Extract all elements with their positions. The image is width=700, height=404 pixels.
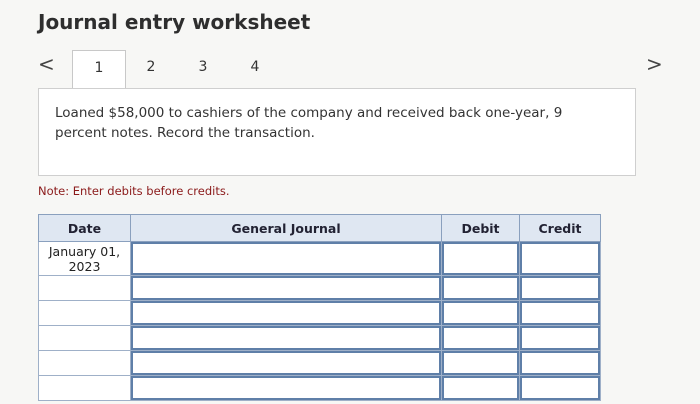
credit-field[interactable] — [520, 301, 600, 325]
credit-field[interactable] — [520, 242, 600, 275]
table-header-row: Date General Journal Debit Credit — [38, 214, 601, 242]
debit-field[interactable] — [442, 301, 519, 325]
general-journal-field[interactable] — [131, 351, 441, 375]
credit-field[interactable] — [520, 326, 600, 350]
instruction-note: Note: Enter debits before credits. — [38, 184, 230, 198]
tab-2[interactable]: 2 — [124, 50, 178, 88]
debit-field[interactable] — [442, 242, 519, 275]
header-credit: Credit — [519, 214, 601, 242]
date-cell — [38, 350, 131, 376]
chevron-right-icon[interactable]: > — [646, 53, 666, 75]
header-debit: Debit — [441, 214, 520, 242]
credit-field[interactable] — [520, 376, 600, 400]
general-journal-field[interactable] — [131, 301, 441, 325]
debit-field[interactable] — [442, 326, 519, 350]
table-row — [38, 350, 601, 376]
table-row — [38, 275, 601, 301]
credit-field[interactable] — [520, 276, 600, 300]
table-row — [38, 300, 601, 326]
date-cell — [38, 325, 131, 351]
question-box: Loaned $58,000 to cashiers of the compan… — [38, 88, 636, 176]
page-title: Journal entry worksheet — [38, 10, 311, 34]
date-cell — [38, 300, 131, 326]
tab-3[interactable]: 3 — [176, 50, 230, 88]
debit-field[interactable] — [442, 351, 519, 375]
table-row: January 01, 2023 — [38, 241, 601, 276]
general-journal-field[interactable] — [131, 276, 441, 300]
general-journal-field[interactable] — [131, 326, 441, 350]
general-journal-field[interactable] — [131, 376, 441, 400]
tab-4[interactable]: 4 — [228, 50, 282, 88]
date-cell — [38, 275, 131, 301]
header-date: Date — [38, 214, 131, 242]
debit-field[interactable] — [442, 276, 519, 300]
table-row — [38, 375, 601, 401]
debit-field[interactable] — [442, 376, 519, 400]
chevron-left-icon[interactable]: < — [38, 53, 58, 75]
date-cell: January 01, 2023 — [38, 241, 131, 276]
question-text: Loaned $58,000 to cashiers of the compan… — [55, 105, 563, 141]
tab-1[interactable]: 1 — [72, 50, 126, 88]
header-general-journal: General Journal — [130, 214, 442, 242]
general-journal-field[interactable] — [131, 242, 441, 275]
date-cell — [38, 375, 131, 401]
credit-field[interactable] — [520, 351, 600, 375]
journal-table: Date General Journal Debit Credit Januar… — [38, 214, 601, 401]
table-row — [38, 325, 601, 351]
